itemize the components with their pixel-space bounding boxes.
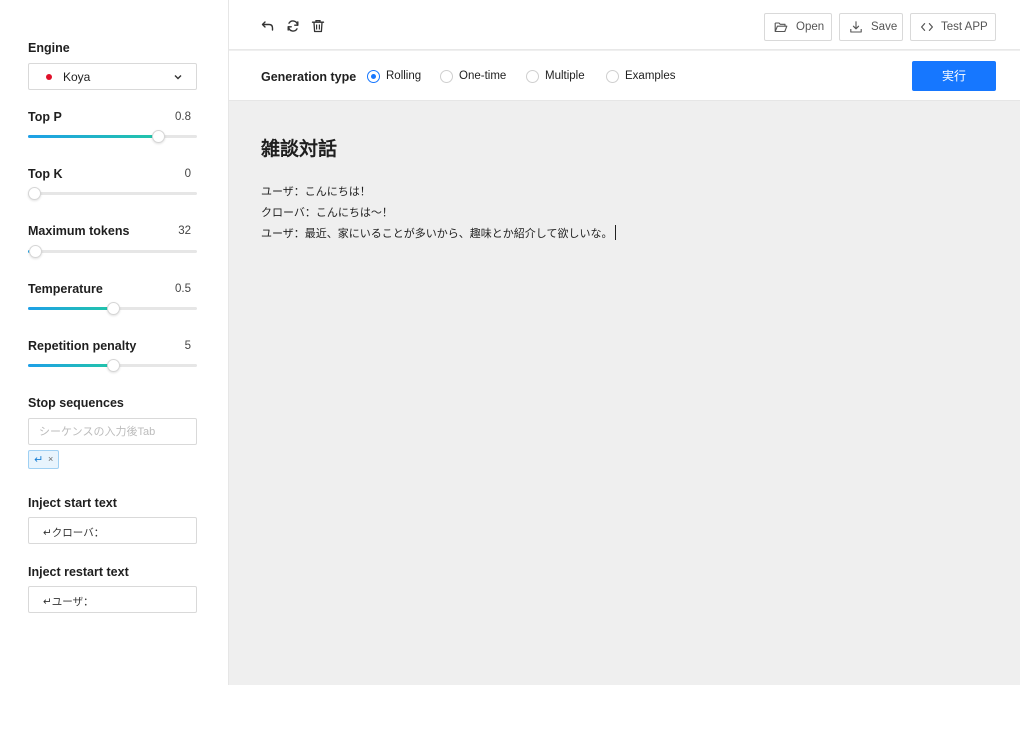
top-p-slider[interactable]: [28, 130, 197, 144]
text-caret: [615, 225, 617, 240]
chevron-down-icon: [174, 75, 182, 80]
tag-remove-icon[interactable]: ×: [48, 454, 53, 464]
prompt-editor[interactable]: 雑談対話 ユーザ：こんにちは！ クローバ：こんにちは～！ ユーザ：最近、家にいる…: [229, 101, 1020, 685]
temperature-label: Temperature: [28, 282, 103, 296]
slider-handle[interactable]: [28, 187, 41, 200]
enter-symbol-icon: ↵: [34, 454, 44, 466]
radio-circle: [606, 70, 619, 83]
radio-label: Examples: [625, 70, 676, 82]
radio-circle: [367, 70, 380, 83]
top-p-value: 0.8: [175, 111, 191, 123]
top-k-label: Top K: [28, 167, 63, 181]
undo-icon[interactable]: [260, 18, 276, 34]
max-tokens-label: Maximum tokens: [28, 224, 130, 238]
engine-select-value: Koya: [63, 70, 91, 84]
stop-sequences-label: Stop sequences: [28, 396, 124, 410]
stop-sequence-field[interactable]: [28, 418, 197, 445]
main-panel: Open Save Test APP Generation type Rolli…: [229, 0, 1020, 685]
radio-label: Multiple: [545, 70, 585, 82]
test-app-button-label: Test APP: [941, 21, 988, 33]
radio-label: One-time: [459, 70, 507, 82]
save-button-label: Save: [871, 21, 898, 33]
top-p-label: Top P: [28, 110, 62, 124]
engine-select[interactable]: Koya: [28, 63, 197, 90]
save-button[interactable]: Save: [839, 13, 903, 41]
repetition-penalty-label: Repetition penalty: [28, 339, 137, 353]
slider-handle[interactable]: [152, 130, 166, 143]
inject-start-value: ↵クローバ：: [43, 527, 105, 539]
radio-circle: [440, 70, 453, 83]
inject-restart-value: ↵ユーザ：: [43, 596, 94, 608]
radio-circle: [526, 70, 539, 83]
slider-rail: [28, 192, 197, 195]
slider-track: [28, 307, 113, 310]
trash-icon[interactable]: [310, 18, 326, 34]
slider-track: [28, 135, 159, 138]
refresh-icon[interactable]: [285, 18, 301, 34]
top-k-value: 0: [184, 168, 191, 180]
radio-label: Rolling: [386, 70, 422, 82]
slider-handle[interactable]: [106, 302, 120, 315]
generation-type-label: Generation type: [261, 70, 357, 84]
sidebar: Engine Koya Top P 0.8 Top K 0 Maximum to…: [0, 0, 229, 685]
code-icon: [921, 23, 933, 31]
temperature-value: 0.5: [175, 283, 191, 295]
max-tokens-value: 32: [178, 225, 191, 237]
run-button[interactable]: 実行: [912, 61, 996, 91]
inject-restart-field[interactable]: ↵ユーザ：: [28, 586, 197, 613]
dialogue-line: クローバ：こんにちは～！: [261, 207, 393, 219]
dialogue-line-text: ユーザ：最近、家にいることが多いから、趣味とか紹介して欲しいな。: [261, 228, 613, 240]
max-tokens-slider[interactable]: [28, 245, 197, 259]
folder-open-icon: [774, 22, 788, 33]
dialogue-line: ユーザ：こんにちは！: [261, 186, 371, 198]
document-title: 雑談対話: [261, 139, 338, 160]
slider-rail: [28, 250, 197, 253]
slider-handle[interactable]: [106, 359, 120, 372]
slider-track: [28, 364, 113, 367]
download-icon: [850, 21, 862, 33]
open-button-label: Open: [796, 21, 825, 33]
repetition-penalty-slider[interactable]: [28, 359, 197, 373]
inject-start-field[interactable]: ↵クローバ：: [28, 517, 197, 544]
top-k-slider[interactable]: [28, 187, 197, 201]
toolbar: Open Save Test APP: [229, 0, 1020, 50]
dialogue-line-last: ユーザ：最近、家にいることが多いから、趣味とか紹介して欲しいな。: [261, 225, 617, 241]
inject-restart-label: Inject restart text: [28, 565, 129, 579]
repetition-penalty-value: 5: [184, 340, 191, 352]
inject-start-label: Inject start text: [28, 496, 117, 510]
engine-status-dot: [46, 74, 52, 80]
stop-sequence-input[interactable]: [29, 419, 196, 444]
engine-label: Engine: [28, 41, 70, 55]
slider-handle[interactable]: [28, 245, 42, 258]
open-button[interactable]: Open: [764, 13, 832, 41]
test-app-button[interactable]: Test APP: [910, 13, 996, 41]
temperature-slider[interactable]: [28, 302, 197, 316]
generation-bar: Generation type Rolling One-time Multipl…: [229, 51, 1020, 101]
stop-sequence-tag: ↵ ×: [28, 450, 59, 469]
